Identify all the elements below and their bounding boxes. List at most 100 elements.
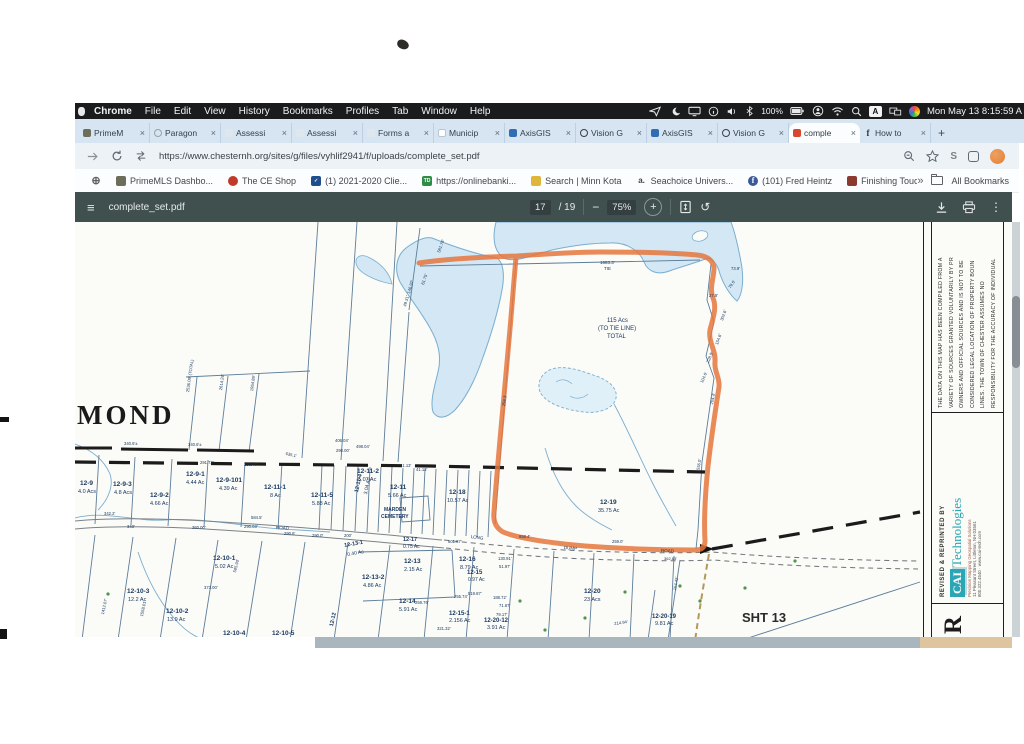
pdf-menu-icon[interactable]: ≡ xyxy=(87,200,95,215)
menu-item-edit[interactable]: Edit xyxy=(174,106,191,117)
battery-percent: 100% xyxy=(761,106,783,116)
zoom-in-button[interactable]: + xyxy=(644,198,662,216)
pdf-scrollbar[interactable] xyxy=(1012,222,1020,637)
bookmark-label: Search | Minn Kota xyxy=(545,176,621,186)
tab-close-icon[interactable]: × xyxy=(779,128,784,138)
more-options-icon[interactable]: ⋮ xyxy=(990,200,1002,214)
bookmark--101-fred-heintz[interactable]: f(101) Fred Heintz xyxy=(748,176,832,186)
site-info-icon[interactable] xyxy=(135,150,147,162)
finder-color-icon[interactable] xyxy=(909,106,920,117)
tab-close-icon[interactable]: × xyxy=(708,128,713,138)
square-favicon-icon xyxy=(847,176,857,186)
tab-favicon xyxy=(154,129,162,137)
bookmark-primemls-dashbo-[interactable]: PrimeMLS Dashbo... xyxy=(116,176,213,186)
tab-primem[interactable]: PrimeM× xyxy=(79,123,150,143)
print-icon[interactable] xyxy=(962,201,976,214)
rotate-icon[interactable]: ↺ xyxy=(700,200,710,214)
bookmark--1-2021-2020-clie-[interactable]: ✓(1) 2021-2020 Clie... xyxy=(311,176,407,186)
tab-how-to[interactable]: fHow to× xyxy=(860,123,931,143)
user-account-icon[interactable] xyxy=(812,105,824,117)
tab-paragon[interactable]: Paragon× xyxy=(150,123,221,143)
menu-item-history[interactable]: History xyxy=(239,106,270,117)
scrollbar-thumb[interactable] xyxy=(1012,296,1020,368)
bookmark-finishing-touches-[interactable]: Finishing Touches... xyxy=(847,176,917,186)
bookmark-star-icon[interactable] xyxy=(926,150,939,162)
tab-close-icon[interactable]: × xyxy=(566,128,571,138)
bookmark-search-minn-kota[interactable]: Search | Minn Kota xyxy=(531,176,621,186)
input-source-icon[interactable]: A xyxy=(869,106,882,117)
tab-axisgis[interactable]: AxisGIS× xyxy=(505,123,576,143)
tab-close-icon[interactable]: × xyxy=(637,128,642,138)
handoff-icon[interactable] xyxy=(649,106,662,117)
extension-s-icon[interactable]: S xyxy=(950,151,957,162)
spotlight-search-icon[interactable] xyxy=(851,106,862,117)
menu-item-tab[interactable]: Tab xyxy=(392,106,408,117)
profile-avatar[interactable] xyxy=(990,149,1005,164)
wifi-icon[interactable] xyxy=(831,106,844,116)
tab-label: How to xyxy=(875,128,918,138)
tab-close-icon[interactable]: × xyxy=(921,128,926,138)
tab-label: Paragon xyxy=(165,128,208,138)
menu-item-help[interactable]: Help xyxy=(470,106,491,117)
screen-mirroring-icon[interactable] xyxy=(889,106,902,117)
tab-close-icon[interactable]: × xyxy=(282,128,287,138)
tab-axisgis[interactable]: AxisGIS× xyxy=(647,123,718,143)
bookmark-items: ⊕ PrimeMLS Dashbo... The CE Shop ✓(1) 2021-… xyxy=(75,176,917,186)
focus-moon-icon[interactable] xyxy=(669,106,681,117)
tab-label: Vision G xyxy=(591,128,634,138)
menu-item-bookmarks[interactable]: Bookmarks xyxy=(283,106,333,117)
tab-close-icon[interactable]: × xyxy=(851,128,856,138)
page-number-input[interactable]: 17 xyxy=(530,200,551,215)
tab-label: Assessi xyxy=(307,128,350,138)
tab-close-icon[interactable]: × xyxy=(424,128,429,138)
square-favicon-icon xyxy=(116,176,126,186)
menu-item-chrome[interactable]: Chrome xyxy=(94,106,132,117)
zoom-level[interactable]: 75% xyxy=(607,200,636,215)
tab-comple[interactable]: comple× xyxy=(789,123,860,143)
tab-municip[interactable]: Municip× xyxy=(434,123,505,143)
download-icon[interactable] xyxy=(935,201,948,214)
volume-icon[interactable] xyxy=(726,106,738,117)
address-bar: https://www.chesternh.org/sites/g/files/… xyxy=(75,143,1019,169)
cai-logo-text: Technologies xyxy=(949,498,965,567)
tab-vision-g[interactable]: Vision G× xyxy=(576,123,647,143)
map-neatline xyxy=(931,222,932,637)
battery-icon[interactable] xyxy=(790,106,805,116)
menu-item-view[interactable]: View xyxy=(204,106,226,117)
pdf-pager: 17 / 19 − 75% + ↺ xyxy=(530,192,710,222)
extensions-icon[interactable] xyxy=(968,151,979,162)
bookmark-the-ce-shop[interactable]: The CE Shop xyxy=(228,176,296,186)
fit-page-icon[interactable] xyxy=(679,200,692,214)
info-icon[interactable] xyxy=(708,106,719,117)
pond-water xyxy=(75,222,743,637)
menu-item-profiles[interactable]: Profiles xyxy=(346,106,379,117)
bookmarks-overflow-chevron[interactable]: » xyxy=(917,175,923,187)
disclaimer-line: CONSIDERED LEGAL LOCATION OF PROPERTY BO… xyxy=(968,236,979,408)
menu-clock[interactable]: Mon May 13 8:15:59 A xyxy=(927,106,1022,117)
display-icon[interactable] xyxy=(688,106,701,117)
menu-item-file[interactable]: File xyxy=(145,106,161,117)
all-bookmarks-button[interactable]: All Bookmarks xyxy=(951,176,1009,186)
tab-close-icon[interactable]: × xyxy=(495,128,500,138)
url-input[interactable]: https://www.chesternh.org/sites/g/files/… xyxy=(159,151,903,162)
forward-arrow-icon[interactable] xyxy=(87,151,99,162)
tab-close-icon[interactable]: × xyxy=(353,128,358,138)
bookmark-seachoice-univers-[interactable]: a.Seachoice Univers... xyxy=(637,176,734,186)
pdf-map-page[interactable] xyxy=(75,222,1012,637)
tab-forms-a[interactable]: Forms a× xyxy=(363,123,434,143)
bluetooth-icon[interactable] xyxy=(745,105,754,117)
tab-close-icon[interactable]: × xyxy=(211,128,216,138)
zoom-out-button[interactable]: − xyxy=(592,200,599,214)
menu-item-window[interactable]: Window xyxy=(421,106,457,117)
apple-icon[interactable] xyxy=(78,107,85,116)
tab-close-icon[interactable]: × xyxy=(140,128,145,138)
reload-icon[interactable] xyxy=(111,150,123,162)
revised-reprinted-label: REVISED & REPRINTED BY xyxy=(940,429,946,597)
tab-assessi[interactable]: Assessi× xyxy=(292,123,363,143)
tab-vision-g[interactable]: Vision G× xyxy=(718,123,789,143)
new-tab-button[interactable]: + xyxy=(938,126,945,140)
bookmark-home[interactable]: ⊕ xyxy=(91,176,101,186)
zoom-icon[interactable] xyxy=(903,150,915,162)
tab-assessi[interactable]: Assessi× xyxy=(221,123,292,143)
bookmark-https-onlinebanki-[interactable]: TDhttps://onlinebanki... xyxy=(422,176,516,186)
